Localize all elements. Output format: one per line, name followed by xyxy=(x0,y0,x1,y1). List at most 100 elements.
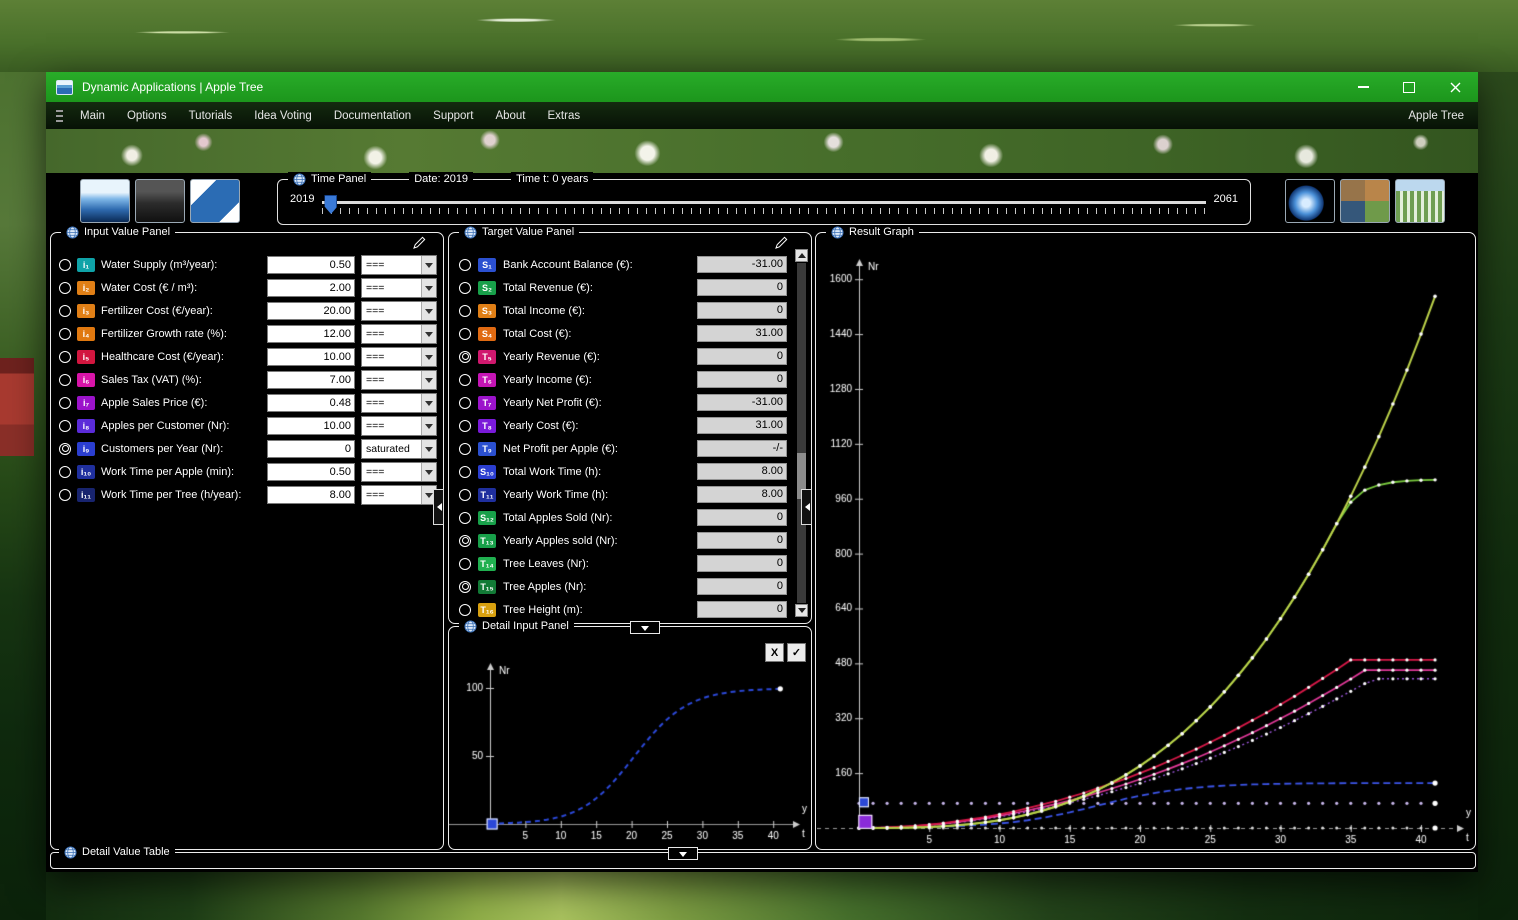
radio-button[interactable] xyxy=(459,397,471,409)
target-label: Tree Height (m): xyxy=(503,604,690,616)
radio-button[interactable] xyxy=(59,489,71,501)
target-panel-collapse-button[interactable] xyxy=(801,489,812,525)
radio-button[interactable] xyxy=(59,420,71,432)
toolbar-thumbnail-collage[interactable] xyxy=(1340,179,1390,223)
input-value-field[interactable] xyxy=(267,348,355,366)
input-mode-dropdown[interactable]: === xyxy=(361,301,437,321)
menu-item-main[interactable]: Main xyxy=(69,110,116,122)
toolbar-thumbnail-building[interactable] xyxy=(1395,179,1445,223)
radio-button[interactable] xyxy=(459,374,471,386)
radio-button[interactable] xyxy=(59,397,71,409)
menu-item-support[interactable]: Support xyxy=(422,110,484,122)
detail-apply-button[interactable]: ✓ xyxy=(787,643,806,662)
input-panel-title-group: Input Value Panel xyxy=(61,225,175,240)
radio-button[interactable] xyxy=(459,282,471,294)
input-value-field[interactable] xyxy=(267,417,355,435)
target-badge: T₇ xyxy=(478,396,496,410)
menu-item-documentation[interactable]: Documentation xyxy=(323,110,422,122)
input-mode-dropdown[interactable]: === xyxy=(361,393,437,413)
radio-button[interactable] xyxy=(459,328,471,340)
input-panel-collapse-button[interactable] xyxy=(433,489,444,525)
app-icon xyxy=(56,80,73,95)
detail-panel-collapse-button[interactable] xyxy=(630,621,660,634)
maximize-button[interactable] xyxy=(1386,72,1432,102)
input-label: Water Supply (m³/year): xyxy=(101,259,261,271)
time-slider[interactable] xyxy=(322,193,1205,217)
target-row: S₁₂ Total Apples Sold (Nr): 0 xyxy=(449,506,811,529)
radio-button[interactable] xyxy=(459,420,471,432)
input-mode-dropdown[interactable]: === xyxy=(361,278,437,298)
menu-item-about[interactable]: About xyxy=(484,110,536,122)
input-value-field[interactable] xyxy=(267,371,355,389)
input-mode-dropdown[interactable]: === xyxy=(361,347,437,367)
scroll-up-button[interactable] xyxy=(795,249,808,262)
input-value-field[interactable] xyxy=(267,394,355,412)
input-mode-dropdown[interactable]: === xyxy=(361,255,437,275)
close-icon xyxy=(1450,82,1461,93)
radio-button[interactable] xyxy=(459,558,471,570)
target-panel-title-group: Target Value Panel xyxy=(459,225,579,240)
input-mode-dropdown[interactable]: saturated xyxy=(361,439,437,459)
radio-button[interactable] xyxy=(459,489,471,501)
input-mode-dropdown[interactable]: === xyxy=(361,485,437,505)
radio-button[interactable] xyxy=(59,466,71,478)
radio-button[interactable] xyxy=(459,535,471,547)
input-value-field[interactable] xyxy=(267,279,355,297)
legend-spacer xyxy=(473,179,511,180)
input-mode-dropdown[interactable]: === xyxy=(361,462,437,482)
toolbar-thumbnail-earth[interactable] xyxy=(1285,179,1335,223)
input-badge: i₆ xyxy=(77,373,95,387)
scroll-down-button[interactable] xyxy=(795,604,808,617)
radio-button[interactable] xyxy=(459,351,471,363)
target-value: -31.00 xyxy=(697,394,787,411)
scrollbar-track[interactable] xyxy=(797,263,806,603)
input-value-field[interactable] xyxy=(267,440,355,458)
toolbar-thumbnail-dark[interactable] xyxy=(135,179,185,223)
radio-button[interactable] xyxy=(59,328,71,340)
result-graph[interactable] xyxy=(817,246,1473,846)
detail-cancel-button[interactable]: X xyxy=(765,643,784,662)
input-value-field[interactable] xyxy=(267,463,355,481)
input-mode-dropdown[interactable]: === xyxy=(361,370,437,390)
radio-button[interactable] xyxy=(459,259,471,271)
radio-button[interactable] xyxy=(59,259,71,271)
table-bar-expand-button[interactable] xyxy=(668,847,698,860)
table-bar-title: Detail Value Table xyxy=(82,845,170,860)
input-value-field[interactable] xyxy=(267,256,355,274)
menu-item-idea-voting[interactable]: Idea Voting xyxy=(243,110,323,122)
slider-track[interactable] xyxy=(322,201,1205,204)
radio-button[interactable] xyxy=(59,351,71,363)
radio-button[interactable] xyxy=(459,581,471,593)
input-mode-dropdown[interactable]: === xyxy=(361,324,437,344)
toolbar-thumbnail-logo[interactable] xyxy=(190,179,240,223)
radio-button[interactable] xyxy=(459,305,471,317)
toolbar-thumbnail-sky[interactable] xyxy=(80,179,130,223)
radio-button[interactable] xyxy=(459,604,471,616)
table-bar-title-group: Detail Value Table xyxy=(59,845,175,860)
input-mode-dropdown[interactable]: === xyxy=(361,416,437,436)
menu-item-options[interactable]: Options xyxy=(116,110,178,122)
input-value-field[interactable] xyxy=(267,325,355,343)
menu-item-tutorials[interactable]: Tutorials xyxy=(178,110,244,122)
target-value: 0 xyxy=(697,509,787,526)
menu-item-extras[interactable]: Extras xyxy=(537,110,592,122)
radio-button[interactable] xyxy=(59,282,71,294)
minimize-button[interactable] xyxy=(1340,72,1386,102)
radio-button[interactable] xyxy=(459,466,471,478)
radio-button[interactable] xyxy=(59,305,71,317)
input-value-field[interactable] xyxy=(267,486,355,504)
edit-target-values-button[interactable] xyxy=(771,235,791,252)
radio-button[interactable] xyxy=(59,374,71,386)
radio-button[interactable] xyxy=(459,443,471,455)
target-scrollbar[interactable] xyxy=(795,249,808,617)
close-button[interactable] xyxy=(1432,72,1478,102)
detail-input-graph[interactable] xyxy=(449,640,810,846)
detail-panel-title: Detail Input Panel xyxy=(482,619,569,634)
chevron-down-icon xyxy=(421,348,436,366)
desktop-background-bottom xyxy=(46,872,1478,920)
radio-button[interactable] xyxy=(59,443,71,455)
radio-button[interactable] xyxy=(459,512,471,524)
input-value-field[interactable] xyxy=(267,302,355,320)
menubar: Main Options Tutorials Idea Voting Docum… xyxy=(46,102,1478,129)
edit-input-values-button[interactable] xyxy=(409,235,429,252)
